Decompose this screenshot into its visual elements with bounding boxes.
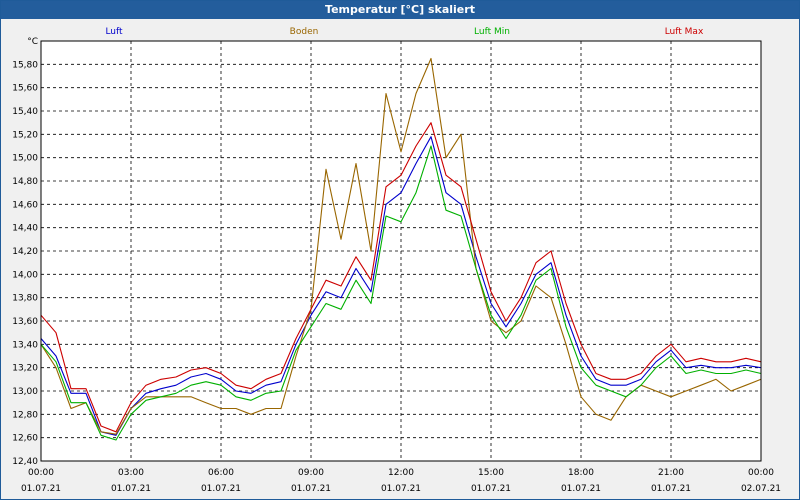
x-tick-time: 09:00 xyxy=(298,468,324,478)
x-tick-date: 02.07.21 xyxy=(741,484,781,494)
window-title: Temperatur [°C] skaliert xyxy=(1,1,799,19)
y-tick-label: 15,00 xyxy=(12,154,38,164)
x-tick-date: 01.07.21 xyxy=(471,484,511,494)
x-tick-time: 03:00 xyxy=(118,468,144,478)
legend-entry-2: Luft Min xyxy=(474,27,510,37)
x-tick-time: 12:00 xyxy=(388,468,414,478)
legend-entry-3: Luft Max xyxy=(665,27,704,37)
x-tick-date: 01.07.21 xyxy=(111,484,151,494)
x-tick-date: 01.07.21 xyxy=(21,484,61,494)
y-tick-label: 12,80 xyxy=(12,410,38,420)
y-tick-label: 14,80 xyxy=(12,177,38,187)
y-tick-label: 13,80 xyxy=(12,294,38,304)
y-tick-label: 12,40 xyxy=(12,457,38,467)
chart-window: Temperatur [°C] skaliert 12,40 12,60 12,80… xyxy=(0,0,800,500)
x-tick-date: 01.07.21 xyxy=(381,484,421,494)
legend-entry-1: Boden xyxy=(290,27,319,37)
legend-entry-0: Luft xyxy=(105,27,123,37)
x-tick-time: 00:00 xyxy=(28,468,54,478)
y-tick-label: 13,00 xyxy=(12,387,38,397)
x-tick-time: 15:00 xyxy=(478,468,504,478)
y-tick-label: 13,40 xyxy=(12,340,38,350)
temperature-chart: 12,40 12,60 12,80 13,00 13,20 13,40 13,60 13,80… xyxy=(12,27,781,494)
y-tick-label: 14,20 xyxy=(12,247,38,257)
y-tick-label: 14,00 xyxy=(12,270,38,280)
x-tick-date: 01.07.21 xyxy=(201,484,241,494)
y-axis-unit: °C xyxy=(27,37,38,47)
y-tick-label: 13,20 xyxy=(12,364,38,374)
y-tick-label: 15,20 xyxy=(12,130,38,140)
x-tick-date: 01.07.21 xyxy=(561,484,601,494)
x-tick-time: 06:00 xyxy=(208,468,234,478)
x-tick-date: 01.07.21 xyxy=(651,484,691,494)
x-tick-time: 18:00 xyxy=(568,468,594,478)
y-tick-label: 13,60 xyxy=(12,317,38,327)
y-tick-label: 14,40 xyxy=(12,224,38,234)
y-tick-label: 15,40 xyxy=(12,107,38,117)
x-tick-time: 00:00 xyxy=(748,468,774,478)
y-tick-label: 14,60 xyxy=(12,200,38,210)
x-tick-time: 21:00 xyxy=(658,468,684,478)
y-tick-label: 15,80 xyxy=(12,60,38,70)
y-tick-label: 12,60 xyxy=(12,434,38,444)
x-tick-date: 01.07.21 xyxy=(291,484,331,494)
y-tick-label: 15,60 xyxy=(12,84,38,94)
